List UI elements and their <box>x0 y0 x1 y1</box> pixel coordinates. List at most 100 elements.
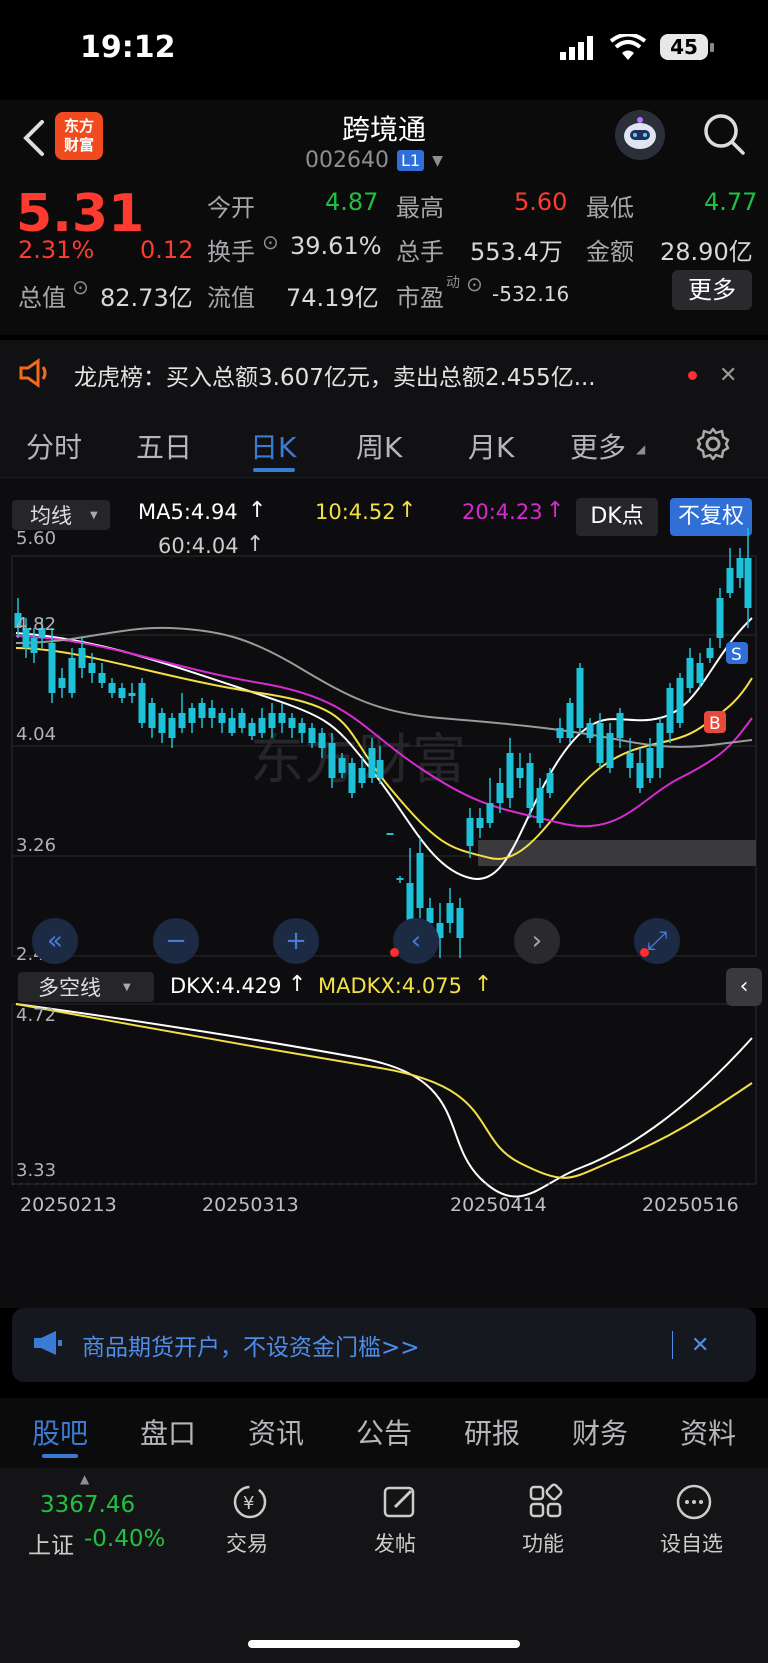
index-name[interactable]: 上证 <box>28 1526 74 1560</box>
collapse-icon[interactable]: ‹ <box>726 968 762 1006</box>
candle-body <box>48 643 56 693</box>
zoom-out-button[interactable]: − <box>153 918 199 964</box>
wifi-icon <box>609 32 647 66</box>
open-value: 4.87 <box>325 188 379 216</box>
level-badge[interactable]: L1 <box>396 150 425 171</box>
candle-body <box>108 683 116 693</box>
buy-marker-label: B <box>709 714 721 734</box>
tab-five-day[interactable]: 五日 <box>136 426 192 466</box>
candle-body <box>298 723 306 733</box>
tab-news[interactable]: 资讯 <box>248 1412 304 1452</box>
post-label[interactable]: 发帖 <box>374 1528 416 1558</box>
candle-body <box>368 748 376 778</box>
candle-body <box>406 883 414 923</box>
kline-chart[interactable]: 东方财富 S B <box>0 478 768 1308</box>
volume-value: 553.4万 <box>470 238 563 266</box>
tiger-list-text: 龙虎榜：买入总额3.607亿元，卖出总额2.455亿... <box>74 365 596 391</box>
candle-body <box>486 803 494 823</box>
candle-body <box>736 558 744 578</box>
zoom-in-button[interactable]: + <box>273 918 319 964</box>
candle-body <box>556 728 564 738</box>
candle-body <box>416 853 424 908</box>
scroll-left-button[interactable]: ‹ <box>393 918 439 964</box>
candle-body <box>546 773 554 793</box>
home-indicator <box>248 1640 520 1648</box>
status-time: 19:12 <box>80 30 176 65</box>
tab-weekly-k[interactable]: 周K <box>356 426 402 466</box>
sub-indicator-select[interactable]: 多空线 ▼ <box>18 972 154 1002</box>
candle-body <box>328 743 336 778</box>
candle-body <box>686 658 694 688</box>
info-icon[interactable]: ⊙ <box>466 272 483 296</box>
function-label[interactable]: 功能 <box>522 1528 564 1558</box>
battery-level: 45 <box>660 34 708 60</box>
low-label: 最低 <box>586 194 634 222</box>
candle-body <box>626 753 634 768</box>
candle-body <box>456 908 464 938</box>
signal-icon <box>560 36 596 64</box>
more-button[interactable]: 更多 <box>672 270 752 310</box>
tab-announcement[interactable]: 公告 <box>356 1412 412 1452</box>
candle-body <box>168 718 176 738</box>
open-label: 今开 <box>207 194 255 222</box>
watchlist-label[interactable]: 设自选 <box>660 1528 723 1558</box>
candle-body <box>666 688 674 733</box>
candle-body <box>636 763 644 788</box>
tab-profile[interactable]: 资料 <box>680 1412 736 1452</box>
tiger-list-banner[interactable]: 龙虎榜：买入总额3.607亿元，卖出总额2.455亿... ✕ <box>0 340 768 410</box>
candle-body <box>198 703 206 718</box>
tab-guba[interactable]: 股吧 <box>32 1412 88 1452</box>
gear-icon[interactable] <box>695 426 731 466</box>
dropdown-icon: ▼ <box>123 981 131 993</box>
y-tick-label: 3.26 <box>16 835 57 856</box>
change-percent: 2.31% <box>18 236 95 264</box>
candle-body <box>376 760 384 778</box>
candle-body <box>716 598 724 638</box>
candle-body <box>526 763 534 808</box>
info-icon[interactable]: ⊙ <box>72 275 89 299</box>
index-change[interactable]: -0.40% <box>84 1526 165 1552</box>
candle-body <box>68 658 76 693</box>
tab-pankou[interactable]: 盘口 <box>140 1412 196 1452</box>
candle-body <box>466 818 474 846</box>
candle-body <box>178 713 186 728</box>
tab-more[interactable]: 更多 <box>570 426 626 466</box>
battery-icon: 45 <box>660 34 714 60</box>
candle-body <box>696 663 704 683</box>
tab-research[interactable]: 研报 <box>464 1412 520 1452</box>
tab-monthly-k[interactable]: 月K <box>468 426 514 466</box>
candle-body <box>188 708 196 723</box>
chevron-down-icon[interactable]: ▼ <box>432 153 443 169</box>
ad-text: 商品期货开户，不设资金门槛>> <box>82 1335 420 1361</box>
date-label: 20250313 <box>202 1194 299 1216</box>
tab-finance[interactable]: 财务 <box>572 1412 628 1452</box>
scroll-left-fast-button[interactable]: « <box>32 918 78 964</box>
stock-code: 002640 <box>305 148 389 173</box>
candle-body <box>656 723 664 768</box>
candle-body <box>78 648 86 668</box>
search-icon[interactable] <box>702 112 746 160</box>
divider <box>672 1331 673 1359</box>
watchlist-icon[interactable] <box>674 1482 714 1522</box>
high-label: 最高 <box>396 194 444 222</box>
fullscreen-icon[interactable]: ⤢ <box>634 918 680 964</box>
close-icon[interactable]: ✕ <box>719 363 737 388</box>
scroll-right-button[interactable]: › <box>514 918 560 964</box>
tab-daily-k[interactable]: 日K <box>250 426 296 466</box>
candle-body <box>218 713 226 723</box>
volume-label: 总手 <box>396 238 444 266</box>
trade-label[interactable]: 交易 <box>226 1528 268 1558</box>
candle-body <box>576 668 584 728</box>
index-value[interactable]: 3367.46 <box>40 1492 135 1518</box>
close-icon[interactable]: ✕ <box>691 1333 709 1358</box>
tab-intraday[interactable]: 分时 <box>26 426 82 466</box>
caret-up-icon: ▲ <box>80 1472 90 1486</box>
assistant-robot-icon[interactable] <box>615 110 665 160</box>
post-icon[interactable] <box>380 1482 420 1522</box>
function-icon[interactable] <box>526 1482 566 1522</box>
candle-body <box>566 703 574 738</box>
ad-banner[interactable]: 商品期货开户，不设资金门槛>> ✕ <box>12 1308 756 1382</box>
info-icon[interactable]: ⊙ <box>262 230 279 254</box>
candle-body <box>496 783 504 803</box>
trade-icon[interactable]: ¥ <box>230 1482 270 1522</box>
